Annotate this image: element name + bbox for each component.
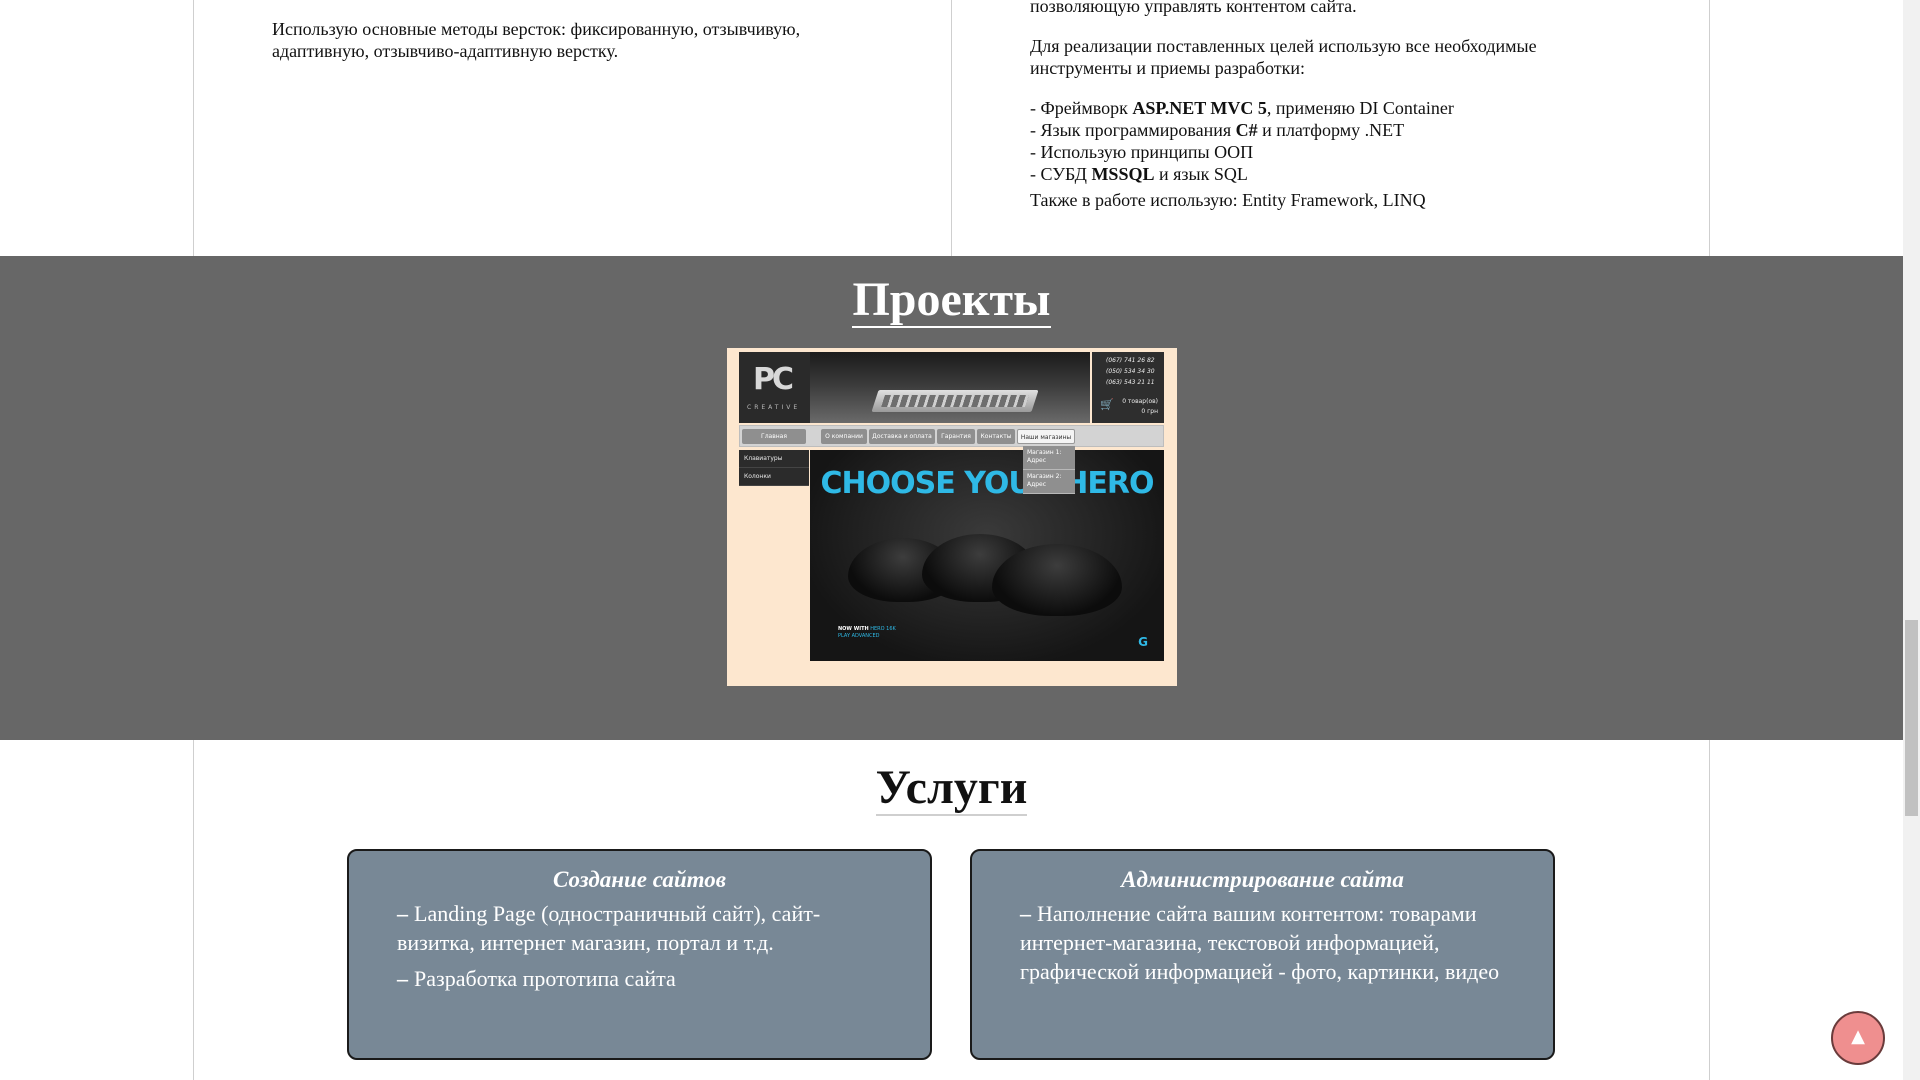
services-title: Услуги (875, 761, 1028, 816)
project-cart: 🛒 0 товар(ов) 0 грн (1092, 392, 1164, 423)
project-menu-item: О компании (821, 429, 867, 444)
project-menu-item: Главная (742, 429, 806, 444)
column-divider (951, 0, 952, 256)
service-card-websites[interactable]: Создание сайтов – Landing Page (одностран… (347, 849, 932, 1060)
project-menu-item: Наши магазины (1017, 429, 1075, 444)
tech-item: - СУБД MSSQL и язык SQL (1030, 164, 1248, 184)
service-card-administration[interactable]: Администрирование сайта – Наполнение сайт… (970, 849, 1555, 1060)
service-item: – Наполнение сайта вашим контентом: товар… (1020, 901, 1500, 984)
project-dropdown-item: Магазин 1: Адрес (1023, 446, 1075, 470)
column-divider (1709, 0, 1710, 256)
project-thumbnail[interactable]: PC CREATIVE (067) 741 26 82 (050) 534 34… (727, 348, 1177, 686)
scrollbar-thumb[interactable] (1905, 620, 1918, 816)
service-card-title: Администрирование сайта (1121, 867, 1404, 892)
tech-item: - Фреймворк ASP.NET MVC 5, применяю DI C… (1030, 98, 1454, 118)
project-dropdown: Магазин 1: Адрес Магазин 2: Адрес (1023, 446, 1075, 494)
about-section: Использую основные методы версток: фикси… (0, 0, 1903, 256)
project-logo: PC CREATIVE (739, 352, 810, 423)
also-used-text: Также в работе использую: Entity Framewo… (1030, 190, 1426, 210)
backend-intro: Для реализации поставленных целей исполь… (1030, 36, 1537, 78)
project-banner: CHOOSE YOUR HERO NOW WITH HERO 16K PLAY … (810, 450, 1164, 661)
scrollbar[interactable] (1903, 0, 1920, 1080)
project-menu-item: Гарантия (937, 429, 975, 444)
logitech-icon: G (1138, 635, 1148, 649)
project-sidebar-item: Колонки (739, 468, 809, 486)
project-hero-image (810, 352, 1090, 423)
project-menu-item: Контакты (977, 429, 1015, 444)
keyboard-image (871, 390, 1039, 412)
column-divider (193, 0, 194, 256)
tech-item: - Язык программирования C# и платформу .… (1030, 120, 1405, 140)
projects-section: Проекты PC CREATIVE (067) 741 26 82 (050… (0, 256, 1903, 740)
arrow-up-icon: ▲ (1851, 1026, 1865, 1047)
backend-skills: позволяющую управлять контентом сайта. Д… (1030, 0, 1610, 211)
cart-icon: 🛒 (1100, 398, 1114, 411)
tech-item: - Использую принципы ООП (1030, 142, 1254, 162)
tech-list: - Фреймворк ASP.NET MVC 5, применяю DI C… (1030, 97, 1610, 185)
banner-title: CHOOSE YOUR HERO (820, 466, 1155, 501)
project-phones: (067) 741 26 82 (050) 534 34 30 (063) 54… (1092, 352, 1164, 392)
service-item: – Landing Page (одностраничный сайт), сай… (397, 901, 821, 955)
service-item: – Разработка прототипа сайта (397, 966, 676, 991)
project-sidebar: Клавиатуры Колонки (739, 450, 809, 486)
projects-title: Проекты (852, 273, 1051, 328)
back-to-top-button[interactable]: ▲ (1831, 1011, 1885, 1065)
project-menu: Главная О компании Доставка и оплата Гар… (739, 425, 1164, 447)
project-dropdown-item: Магазин 2: Адрес (1023, 470, 1075, 494)
layout-methods-text: Использую основные методы версток: фикси… (272, 19, 801, 61)
banner-caption: NOW WITH HERO 16K PLAY ADVANCED (838, 626, 896, 639)
service-card-title: Создание сайтов (552, 867, 727, 892)
backend-top-text: позволяющую управлять контентом сайта. (1030, 0, 1357, 16)
project-sidebar-item: Клавиатуры (739, 450, 809, 468)
mouse-image (992, 544, 1122, 616)
project-menu-item: Доставка и оплата (869, 429, 935, 444)
